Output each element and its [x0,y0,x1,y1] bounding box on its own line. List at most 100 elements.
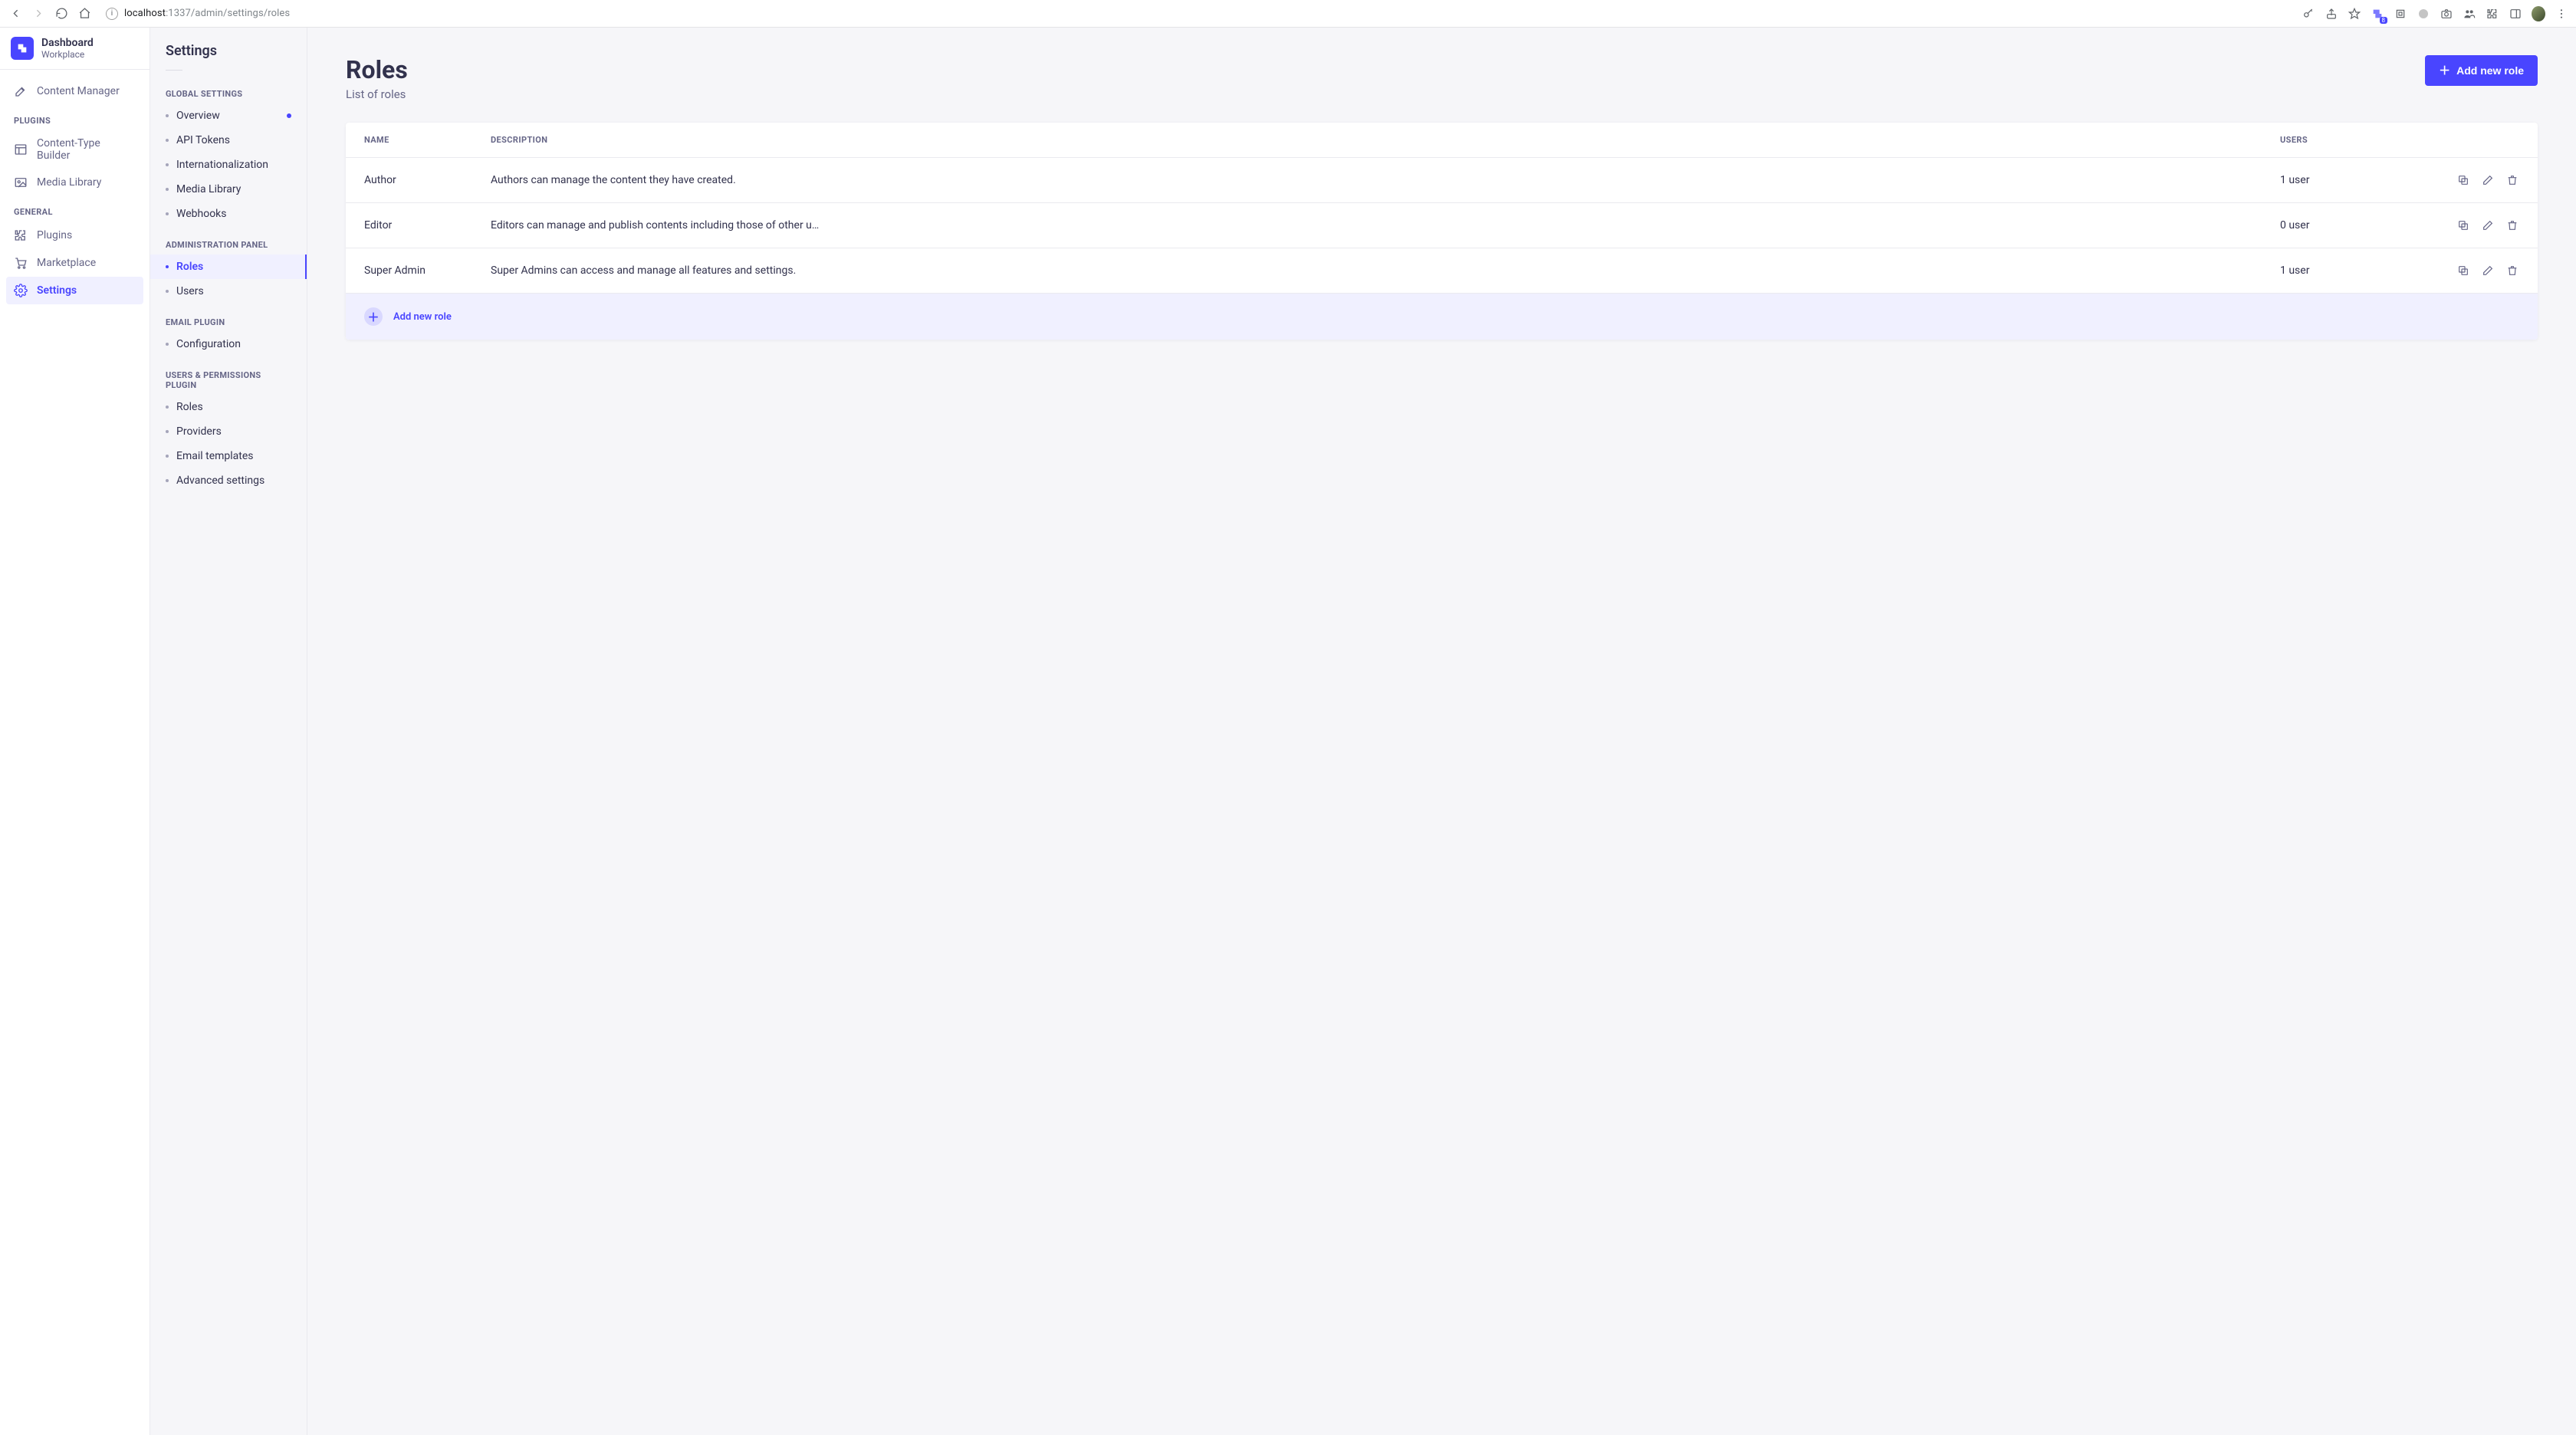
nav-label: Plugins [37,229,72,241]
settings-item-label: Providers [176,425,222,438]
table-row[interactable]: EditorEditors can manage and publish con… [346,203,2538,248]
extension-strapi-icon[interactable]: 8 [2371,7,2384,21]
nav-content-type-builder[interactable]: Content-Type Builder [6,130,143,169]
settings-item-up-roles[interactable]: Roles [150,395,307,419]
add-new-role-button[interactable]: ＋ Add new role [2425,55,2538,86]
table-row[interactable]: Super AdminSuper Admins can access and m… [346,248,2538,294]
settings-item-configuration[interactable]: Configuration [150,332,307,356]
nav-content-manager[interactable]: Content Manager [6,77,143,105]
add-new-role-footer[interactable]: ＋ Add new role [346,293,2538,340]
browser-menu-icon[interactable] [2555,7,2568,21]
delete-icon[interactable] [2505,218,2519,232]
brand[interactable]: Dashboard Workplace [0,28,150,70]
bullet-icon [166,430,169,433]
settings-item-internationalization[interactable]: Internationalization [150,153,307,177]
extension-shield-icon[interactable] [2417,7,2430,21]
settings-item-label: Email templates [176,450,254,462]
image-icon [14,176,28,189]
settings-item-label: Users [176,285,204,297]
settings-item-users[interactable]: Users [150,279,307,304]
role-name: Super Admin [346,248,472,294]
settings-item-label: Overview [176,110,220,122]
settings-item-api-tokens[interactable]: API Tokens [150,128,307,153]
pencil-square-icon [14,84,28,98]
extension-people-icon[interactable] [2463,7,2476,21]
button-label: Add new role [2456,64,2524,77]
side-panel-icon[interactable] [2509,7,2522,21]
password-key-icon[interactable] [2302,7,2315,21]
browser-reload-button[interactable] [54,6,69,21]
browser-back-button[interactable] [8,6,23,21]
share-icon[interactable] [2325,7,2338,21]
settings-item-label: Advanced settings [176,475,264,487]
group-global-settings: GLOBAL SETTINGS [150,75,307,103]
roles-table-card: NAME DESCRIPTION USERS AuthorAuthors can… [346,123,2538,340]
settings-item-email-templates[interactable]: Email templates [150,444,307,468]
table-header-actions [2438,123,2538,158]
edit-icon[interactable] [2481,264,2495,277]
browser-address-bar[interactable]: i localhost:1337/admin/settings/roles [100,5,2294,23]
nav-marketplace[interactable]: Marketplace [6,249,143,277]
settings-item-webhooks[interactable]: Webhooks [150,202,307,226]
table-header-description: DESCRIPTION [472,123,2262,158]
duplicate-icon[interactable] [2456,218,2470,232]
extension-camera-icon[interactable] [2440,7,2453,21]
sidebar-primary: Dashboard Workplace Content Manager PLUG… [0,28,150,1435]
settings-item-providers[interactable]: Providers [150,419,307,444]
settings-item-label: Webhooks [176,208,227,220]
nav-settings[interactable]: Settings [6,277,143,304]
app-root: Dashboard Workplace Content Manager PLUG… [0,28,2576,1435]
divider [166,70,182,71]
duplicate-icon[interactable] [2456,264,2470,277]
sidebar-secondary: Settings GLOBAL SETTINGS Overview API To… [150,28,307,1435]
delete-icon[interactable] [2505,264,2519,277]
plus-icon: ＋ [2439,65,2450,77]
bullet-icon [166,212,169,215]
nav-section-general: GENERAL [6,196,143,222]
settings-item-advanced-settings[interactable]: Advanced settings [150,468,307,493]
duplicate-icon[interactable] [2456,173,2470,187]
browser-home-button[interactable] [77,6,92,21]
page-title: Roles [346,55,408,84]
group-users-permissions: USERS & PERMISSIONS PLUGIN [150,356,307,395]
brand-logo-icon [11,37,34,60]
settings-item-media-library[interactable]: Media Library [150,177,307,202]
extension-box-icon[interactable] [2394,7,2407,21]
table-header-name: NAME [346,123,472,158]
group-administration-panel: ADMINISTRATION PANEL [150,226,307,254]
page-header: Roles List of roles ＋ Add new role [346,55,2538,101]
page-subtitle: List of roles [346,87,408,101]
delete-icon[interactable] [2505,173,2519,187]
nav-plugins[interactable]: Plugins [6,222,143,249]
brand-subtitle: Workplace [41,49,94,60]
browser-toolbar-right: 8 [2302,7,2568,21]
bullet-icon [166,114,169,117]
bookmark-star-icon[interactable] [2348,7,2361,21]
bullet-icon [166,188,169,191]
role-description: Super Admins can access and manage all f… [472,248,2262,294]
roles-table: NAME DESCRIPTION USERS AuthorAuthors can… [346,123,2538,293]
bullet-icon [166,290,169,293]
gear-icon [14,284,28,297]
nav-label: Marketplace [37,257,96,269]
table-row[interactable]: AuthorAuthors can manage the content the… [346,158,2538,203]
nav-media-library[interactable]: Media Library [6,169,143,196]
browser-forward-button[interactable] [31,6,46,21]
settings-item-label: API Tokens [176,134,230,146]
extensions-puzzle-icon[interactable] [2486,7,2499,21]
settings-item-label: Configuration [176,338,241,350]
settings-title: Settings [150,43,307,70]
settings-item-roles[interactable]: Roles [150,254,307,279]
role-users: 1 user [2262,158,2438,203]
nav-label: Settings [37,284,77,297]
profile-avatar[interactable] [2532,7,2545,21]
edit-icon[interactable] [2481,218,2495,232]
edit-icon[interactable] [2481,173,2495,187]
settings-item-label: Roles [176,261,203,273]
brand-title: Dashboard [41,37,94,49]
settings-item-overview[interactable]: Overview [150,103,307,128]
site-info-icon[interactable]: i [106,8,118,20]
plus-circle-icon: ＋ [364,307,383,326]
table-header-users: USERS [2262,123,2438,158]
layout-icon [14,143,28,156]
